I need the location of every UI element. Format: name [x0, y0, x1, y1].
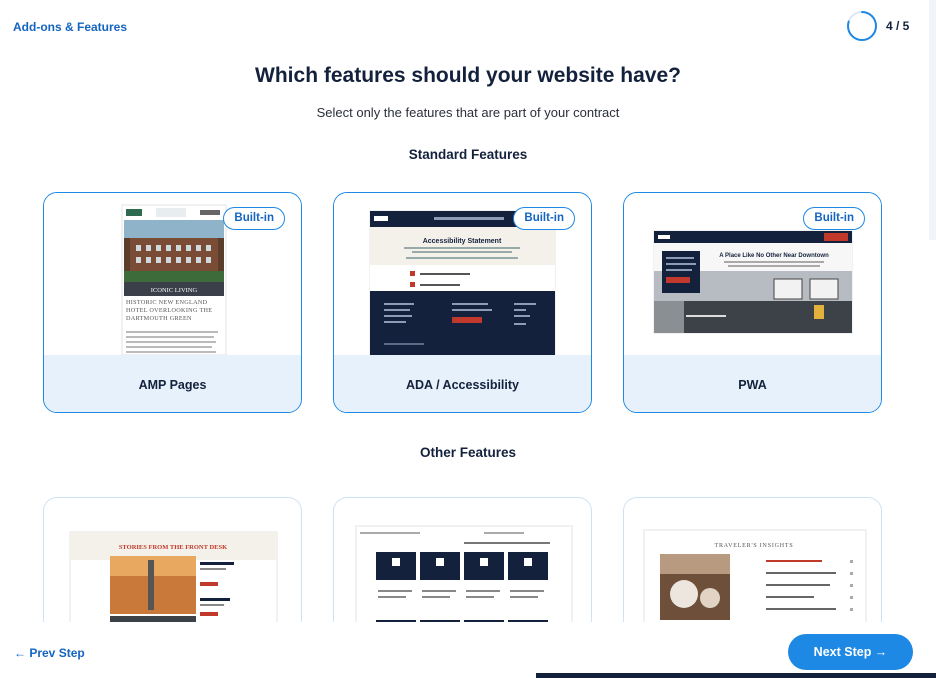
progress-text: 4 / 5	[886, 19, 910, 33]
built-in-badge: Built-in	[803, 207, 865, 230]
page-title: Which features should your website have?	[255, 64, 681, 87]
feature-card-stories[interactable]: STORIES FROM THE FRONT DESK	[43, 497, 302, 637]
progress-indicator: 4 / 5	[846, 10, 909, 42]
stories-preview-image: STORIES FROM THE FRONT DESK	[69, 531, 278, 637]
feature-card-amp[interactable]: ICONIC LIVING HISTORIC NEW ENGLAND HOTEL…	[43, 192, 302, 413]
insights-heading: TRAVELER'S INSIGHTS	[714, 543, 793, 549]
feature-card-rooms[interactable]	[333, 497, 592, 637]
footer-nav: ← Prev Step Next Step →	[0, 622, 936, 678]
feature-card-ada[interactable]: Accessibility Statement Built-in ADA / A…	[333, 192, 592, 413]
stories-heading: STORIES FROM THE FRONT DESK	[119, 544, 227, 551]
ada-heading: Accessibility Statement	[423, 238, 502, 245]
standard-features-title: Standard Features	[408, 147, 528, 162]
feature-label: AMP Pages	[44, 355, 301, 412]
amp-headline: HISTORIC NEW ENGLAND HOTEL OVERLOOKING T…	[126, 299, 213, 322]
next-step-button[interactable]: Next Step →	[788, 634, 913, 670]
page-subtitle: Select only the features that are part o…	[316, 105, 620, 120]
top-bar: Add-ons & Features 4 / 5	[0, 0, 936, 54]
prev-step-button[interactable]: ← Prev Step	[14, 646, 85, 660]
feature-label: ADA / Accessibility	[334, 355, 591, 412]
rooms-preview-image	[355, 525, 573, 637]
step-title: Add-ons & Features	[13, 20, 128, 34]
progress-ring-icon	[847, 11, 877, 41]
pwa-heading: A Place Like No Other Near Downtown	[719, 253, 829, 259]
bottom-dark-strip	[536, 673, 936, 678]
amp-caption: ICONIC LIVING	[151, 287, 198, 294]
built-in-badge: Built-in	[223, 207, 285, 230]
built-in-badge: Built-in	[513, 207, 575, 230]
insights-preview-image: TRAVELER'S INSIGHTS	[643, 529, 867, 637]
feature-card-pwa[interactable]: A Place Like No Other Near Downtown Buil…	[623, 192, 882, 413]
feature-label: PWA	[624, 355, 881, 412]
feature-card-insights[interactable]: TRAVELER'S INSIGHTS	[623, 497, 882, 637]
other-features-title: Other Features	[419, 445, 517, 460]
